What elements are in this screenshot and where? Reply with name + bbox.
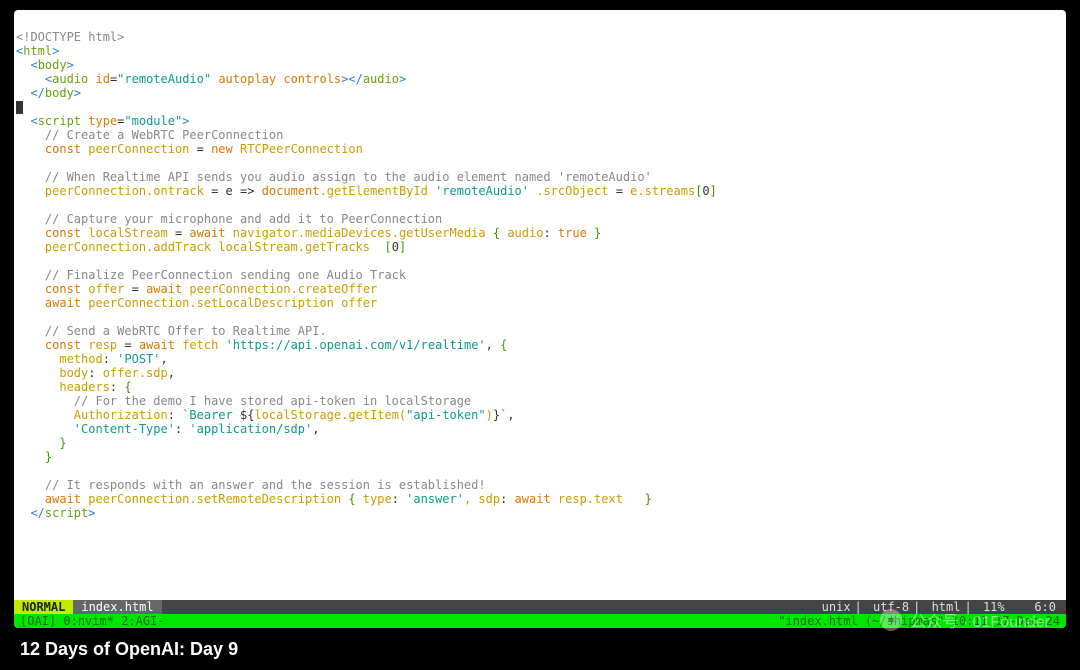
status-enc: unix	[818, 600, 855, 614]
code-line: <!DOCTYPE html>	[16, 30, 124, 44]
code-editor[interactable]: <!DOCTYPE html> <html> <body> <audio id=…	[14, 10, 1066, 520]
terminal-window: <!DOCTYPE html> <html> <body> <audio id=…	[14, 10, 1066, 628]
watermark-text: 公众号 · 01Founder	[910, 608, 1050, 632]
cursor	[16, 101, 23, 114]
video-caption: 12 Days of OpenAI: Day 9	[20, 639, 238, 660]
tmux-left: [OAI] 0:nvim* 2:AGI-	[14, 614, 171, 628]
watermark: ✶ 公众号 · 01Founder	[880, 608, 1050, 632]
vim-mode: NORMAL	[14, 600, 73, 614]
wechat-icon: ✶	[880, 609, 902, 631]
status-file: index.html	[73, 600, 161, 614]
